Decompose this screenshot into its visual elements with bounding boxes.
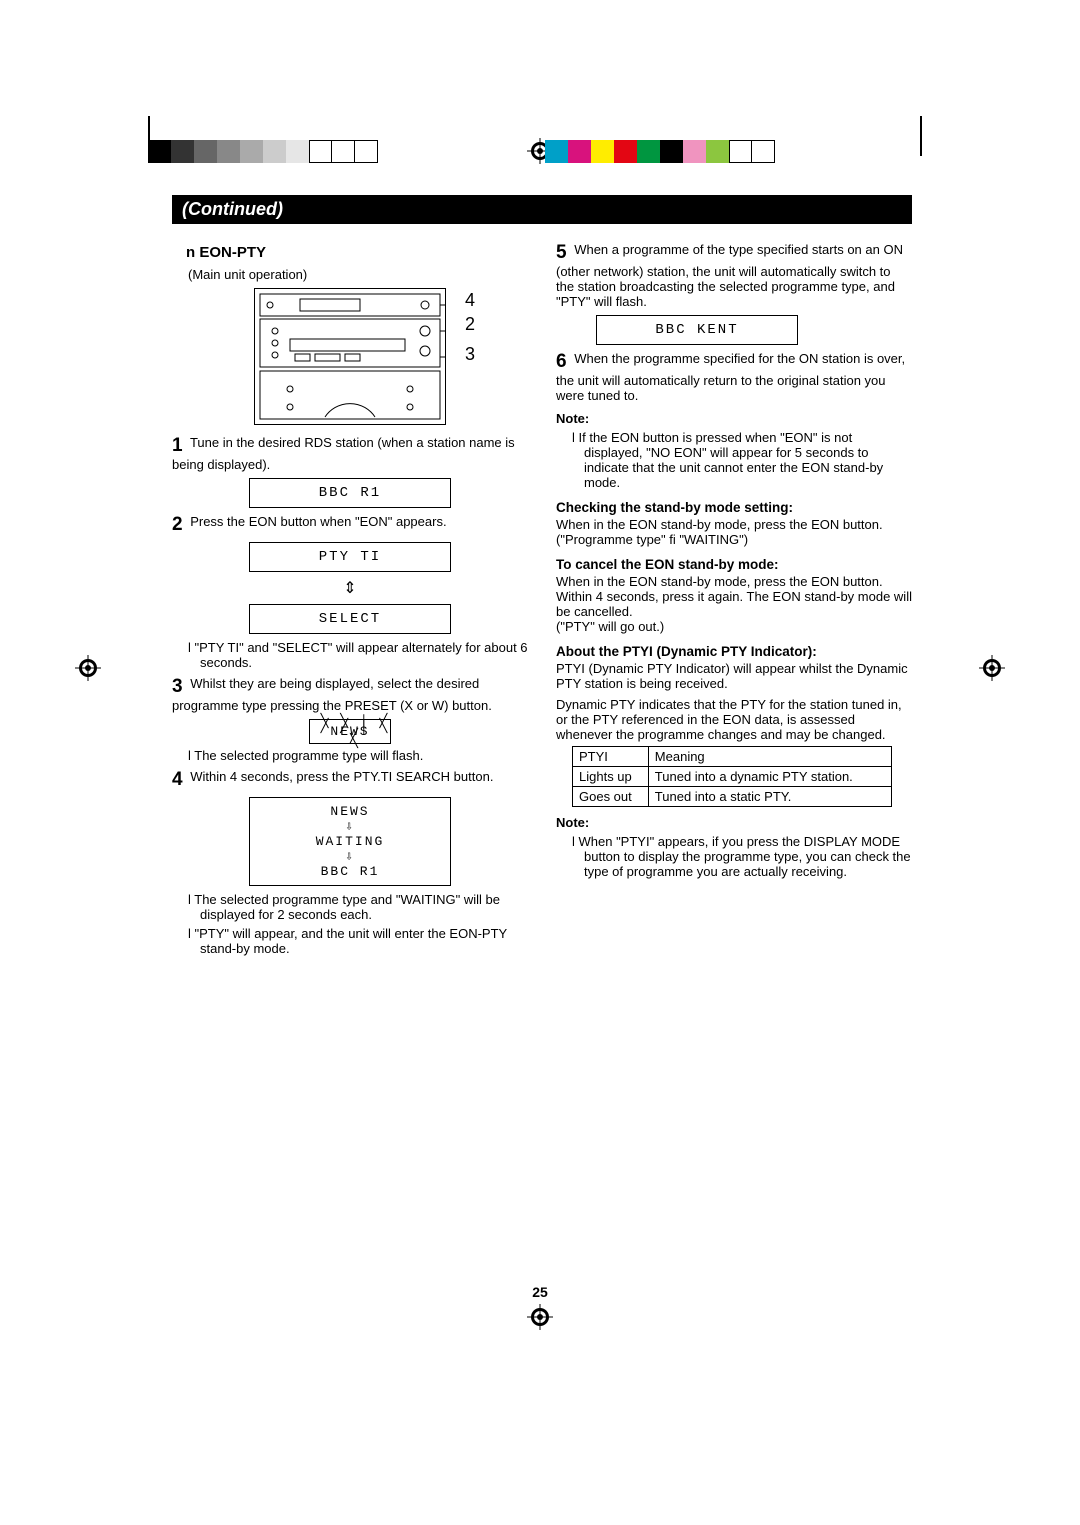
cancel-eon-text2: ("PTY" will go out.) (556, 619, 912, 634)
step-number: 3 (172, 676, 183, 697)
ptyi-text1: PTYI (Dynamic PTY Indicator) will appear… (556, 661, 912, 691)
note-step3: The selected programme type will flash. (188, 748, 528, 763)
table-row: Lights up Tuned into a dynamic PTY stati… (573, 767, 892, 787)
step-text: When the programme specified for the ON … (556, 351, 905, 403)
ptyi-heading: About the PTYI (Dynamic PTY Indicator): (556, 644, 912, 659)
note-2-text: When "PTYI" appears, if you press the DI… (572, 834, 912, 879)
callout-4: 4 (465, 290, 475, 311)
step-text: Press the EON button when "EON" appears. (190, 514, 446, 529)
table-header: PTYI (573, 747, 649, 767)
lcd-bbc-r1: BBC R1 (249, 478, 451, 508)
table-row: PTYI Meaning (573, 747, 892, 767)
down-arrow-icon: ⇩ (250, 849, 450, 864)
cancel-eon-text: When in the EON stand-by mode, press the… (556, 574, 912, 619)
step-number: 5 (556, 242, 567, 263)
check-standby-text2: ("Programme type" fi "WAITING") (556, 532, 912, 547)
note-label-1: Note: (556, 411, 912, 426)
main-unit-label: (Main unit operation) (188, 267, 528, 282)
table-cell: Lights up (573, 767, 649, 787)
table-row: Goes out Tuned into a static PTY. (573, 787, 892, 807)
heading-text: EON-PTY (199, 244, 266, 261)
table-cell: Tuned into a dynamic PTY station. (648, 767, 891, 787)
lcd-sequence: NEWS ⇩ WAITING ⇩ BBC R1 (249, 797, 451, 886)
step-number: 4 (172, 769, 183, 790)
main-unit-diagram (254, 288, 446, 425)
ptyi-text2: Dynamic PTY indicates that the PTY for t… (556, 697, 912, 742)
registration-mark-bottom (527, 1304, 553, 1330)
updown-arrow-icon: ⇕ (172, 578, 528, 598)
check-standby-heading: Checking the stand-by mode setting: (556, 500, 912, 515)
callout-3: 3 (465, 344, 475, 365)
step-1: 1 Tune in the desired RDS station (when … (172, 435, 528, 472)
lcd-line: BBC R1 (250, 864, 450, 879)
table-header: Meaning (648, 747, 891, 767)
step-5: 5 When a programme of the type specified… (556, 242, 912, 309)
right-column: 5 When a programme of the type specified… (556, 236, 912, 960)
lcd-bbc-kent: BBC KENT (596, 315, 798, 345)
lcd-pty-ti: PTY TI (249, 542, 451, 572)
step-text: When a programme of the type specified s… (556, 242, 903, 309)
grayscale-color-bar (148, 140, 378, 163)
left-column: n EON-PTY (Main unit operation) (172, 236, 528, 960)
lcd-line: NEWS (250, 804, 450, 819)
step-2: 2 Press the EON button when "EON" appear… (172, 514, 528, 536)
registration-mark-left (75, 655, 101, 681)
continued-header: (Continued) (172, 195, 912, 224)
step-text: Within 4 seconds, press the PTY.TI SEARC… (190, 769, 493, 784)
step-3: 3 Whilst they are being displayed, selec… (172, 676, 528, 713)
eon-pty-heading: n EON-PTY (186, 244, 528, 261)
step-6: 6 When the programme specified for the O… (556, 351, 912, 403)
callout-2: 2 (465, 314, 475, 335)
check-standby-text: When in the EON stand-by mode, press the… (556, 517, 912, 532)
note-1-text: If the EON button is pressed when "EON" … (572, 430, 912, 490)
ptyi-table: PTYI Meaning Lights up Tuned into a dyna… (572, 746, 892, 807)
cancel-eon-heading: To cancel the EON stand-by mode: (556, 557, 912, 572)
lcd-news-flash: ╲ ╲ │ ╱ ╱ NEWS ╱ ╱ │ ╲ ╲ (309, 719, 390, 744)
table-cell: Goes out (573, 787, 649, 807)
step-number: 6 (556, 351, 567, 372)
page-number: 25 (532, 1284, 548, 1300)
step-4: 4 Within 4 seconds, press the PTY.TI SEA… (172, 769, 528, 791)
note-step4b: "PTY" will appear, and the unit will ent… (188, 926, 528, 956)
step-number: 1 (172, 435, 183, 456)
bullet-marker: n (186, 244, 195, 261)
note-step4a: The selected programme type and "WAITING… (188, 892, 528, 922)
lcd-line: WAITING (250, 834, 450, 849)
down-arrow-icon: ⇩ (250, 819, 450, 834)
cmyk-color-bar (545, 140, 775, 163)
lcd-select: SELECT (249, 604, 451, 634)
step-number: 2 (172, 514, 183, 535)
step-text: Whilst they are being displayed, select … (172, 676, 492, 713)
step-text: Tune in the desired RDS station (when a … (172, 435, 515, 472)
table-cell: Tuned into a static PTY. (648, 787, 891, 807)
note-step2: "PTY TI" and "SELECT" will appear altern… (188, 640, 528, 670)
note-label-2: Note: (556, 815, 912, 830)
registration-mark-right (979, 655, 1005, 681)
